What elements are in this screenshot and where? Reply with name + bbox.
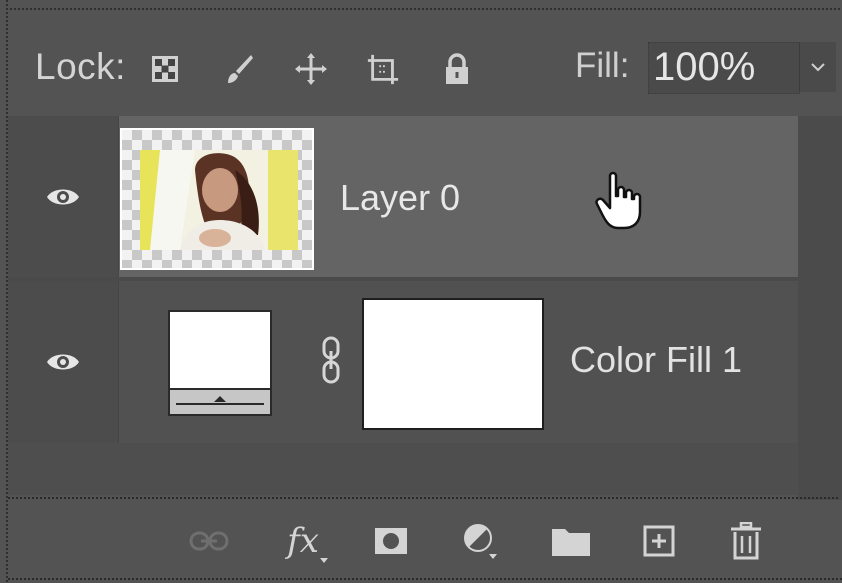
fill-dropdown-button[interactable] xyxy=(799,42,836,92)
hand-cursor-icon xyxy=(595,171,642,230)
layers-bottom-toolbar: fx xyxy=(8,500,842,583)
new-group-icon[interactable] xyxy=(548,518,594,564)
lock-bar: Lock: Fill: 100% xyxy=(10,30,836,104)
lock-transparent-pixels-icon[interactable] xyxy=(148,52,182,86)
scrollbar-track[interactable] xyxy=(798,116,842,501)
lock-position-icon[interactable] xyxy=(294,52,328,86)
lock-all-icon[interactable] xyxy=(440,52,474,86)
link-chain-icon[interactable] xyxy=(320,336,342,384)
layer-name-layer-0[interactable]: Layer 0 xyxy=(340,177,460,219)
chevron-down-icon xyxy=(811,63,825,72)
eye-icon xyxy=(47,189,79,204)
layer-0-thumbnail[interactable] xyxy=(120,128,314,270)
fill-value: 100% xyxy=(653,45,756,89)
lock-artboard-icon[interactable] xyxy=(366,52,400,86)
photo-thumbnail-image xyxy=(140,150,298,250)
layers-empty-area xyxy=(8,443,798,495)
panel-border-top xyxy=(6,8,842,10)
fill-indicator-icon xyxy=(176,396,264,405)
visibility-toggle-color-fill-1[interactable] xyxy=(8,281,119,443)
fill-label: Fill: xyxy=(575,46,630,85)
visibility-toggle-layer-0[interactable] xyxy=(8,116,119,277)
link-layers-icon[interactable] xyxy=(186,518,232,564)
color-fill-thumbnail[interactable] xyxy=(168,310,272,416)
layer-mask-thumbnail[interactable] xyxy=(362,298,544,430)
fx-label: fx xyxy=(287,521,319,561)
add-mask-icon[interactable] xyxy=(368,518,414,564)
fx-icon[interactable]: fx xyxy=(280,518,328,564)
eye-icon xyxy=(47,354,79,370)
layers-panel: Lock: Fill: 100% Layer 0 Color Fill 1 fx xyxy=(0,0,842,583)
panel-border-bottom xyxy=(8,578,842,580)
adjustment-layer-icon[interactable] xyxy=(458,518,504,564)
panel-divider xyxy=(8,497,838,499)
delete-icon[interactable] xyxy=(723,518,769,564)
fill-input[interactable]: 100% xyxy=(648,42,800,94)
lock-label: Lock: xyxy=(35,46,126,87)
fill-slider-bar xyxy=(170,388,270,414)
new-layer-icon[interactable] xyxy=(636,518,682,564)
lock-image-pixels-icon[interactable] xyxy=(222,52,256,86)
layer-name-color-fill-1[interactable]: Color Fill 1 xyxy=(570,339,742,381)
